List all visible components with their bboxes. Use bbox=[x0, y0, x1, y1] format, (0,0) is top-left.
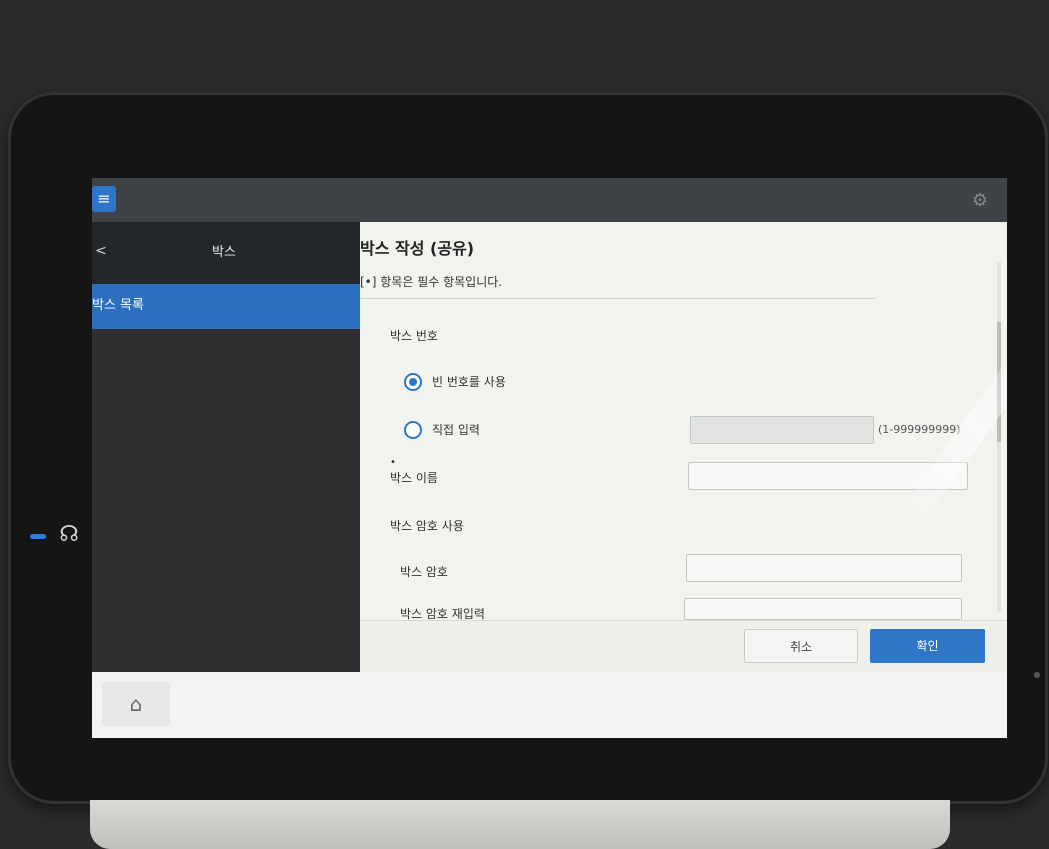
ok-button[interactable]: 확인 bbox=[870, 629, 985, 663]
action-bar: 취소 확인 bbox=[360, 620, 1007, 673]
top-bar: ≡ ⚙ bbox=[92, 178, 1007, 222]
create-box-panel: 박스 작성 (공유) [•] 항목은 필수 항목입니다. 박스 번호 빈 번호를… bbox=[360, 222, 1007, 673]
box-password-text[interactable] bbox=[687, 555, 961, 581]
required-mark: • bbox=[390, 457, 396, 468]
radio-use-empty-number-label[interactable]: 빈 번호를 사용 bbox=[432, 372, 506, 392]
box-password-input[interactable] bbox=[686, 554, 962, 582]
radio-use-empty-number[interactable] bbox=[404, 373, 422, 391]
box-number-label: 박스 번호 bbox=[390, 329, 438, 343]
box-password-confirm-input[interactable] bbox=[684, 598, 962, 620]
home-icon[interactable]: ⌂ bbox=[102, 682, 170, 726]
device-sensor bbox=[1034, 672, 1040, 678]
scrollbar[interactable] bbox=[997, 262, 1001, 612]
box-number-input[interactable] bbox=[690, 416, 874, 444]
required-note: [•] 항목은 필수 항목입니다. bbox=[360, 275, 503, 289]
menu-icon[interactable]: ≡ bbox=[92, 186, 116, 212]
device-base bbox=[90, 800, 950, 849]
settings-icon[interactable]: ⚙ bbox=[969, 190, 991, 212]
box-password-confirm-text[interactable] bbox=[685, 600, 961, 620]
sidebar: < 박스 박스 목록 bbox=[92, 222, 360, 672]
box-password-label: 박스 암호 bbox=[400, 565, 448, 579]
box-number-range-hint: (1-999999999) bbox=[878, 423, 961, 436]
radio-selected-dot bbox=[409, 378, 417, 386]
radio-direct-input[interactable] bbox=[404, 421, 422, 439]
status-led bbox=[30, 534, 46, 539]
divider bbox=[360, 298, 875, 299]
sidebar-item-box-list[interactable]: 박스 목록 bbox=[92, 284, 360, 329]
cancel-button[interactable]: 취소 bbox=[744, 629, 858, 663]
nfc-touch-icon: ☊ bbox=[59, 522, 79, 547]
box-password-use-label: 박스 암호 사용 bbox=[390, 519, 464, 533]
chevron-left-icon[interactable]: < bbox=[92, 236, 110, 266]
sidebar-title: 박스 bbox=[212, 245, 236, 260]
bottom-bar: ⌂ bbox=[92, 672, 1007, 738]
box-number-text[interactable] bbox=[691, 417, 873, 443]
radio-direct-input-label[interactable]: 직접 입력 bbox=[432, 420, 480, 440]
sidebar-item-label: 박스 목록 bbox=[92, 298, 144, 313]
box-name-label: 박스 이름 bbox=[390, 471, 438, 485]
page-title: 박스 작성 (공유) bbox=[360, 239, 475, 258]
sidebar-header: < 박스 bbox=[92, 222, 360, 284]
touch-screen: ≡ ⚙ < 박스 박스 목록 박스 작성 (공유) [•] 항목은 필수 항목입… bbox=[92, 178, 1007, 738]
